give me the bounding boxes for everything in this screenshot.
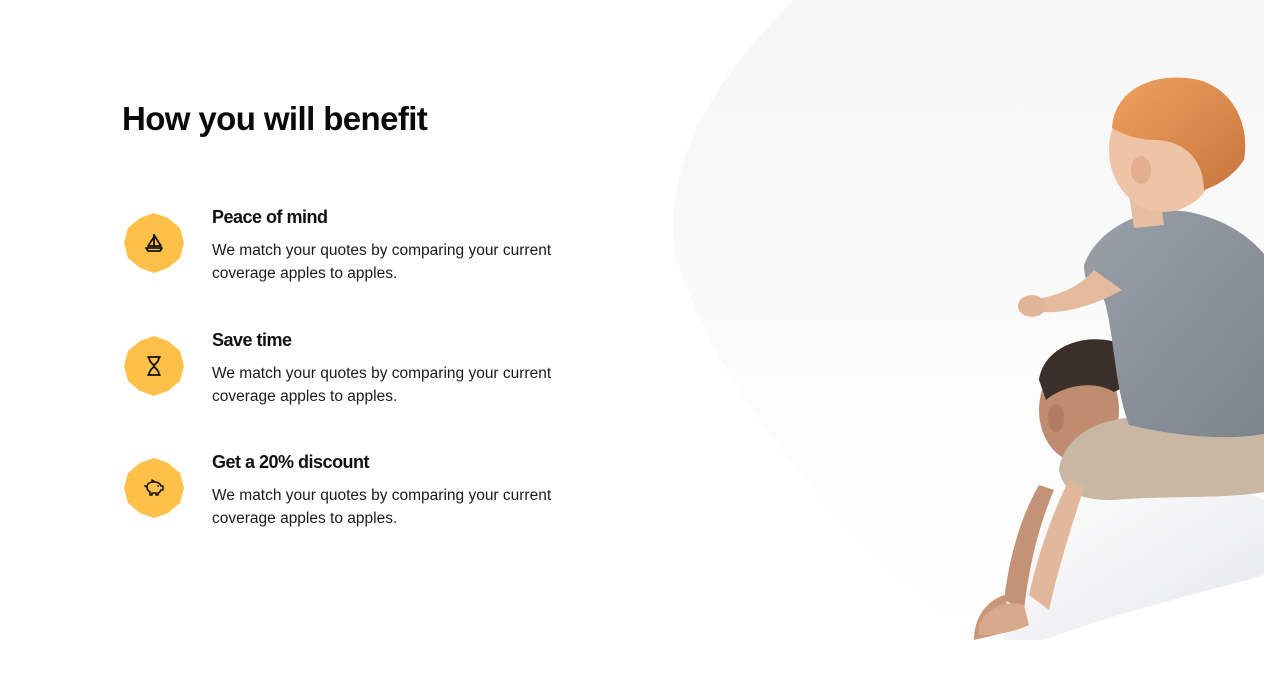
benefit-badge: [122, 334, 186, 398]
benefit-item-discount: Get a 20% discount We match your quotes …: [122, 452, 642, 542]
benefit-badge: [122, 211, 186, 275]
benefit-title: Get a 20% discount: [212, 452, 370, 472]
benefit-badge: [122, 456, 186, 520]
hero-photo-father-and-child: [672, 0, 1264, 640]
benefits-section: How you will benefit Peace of mind We ma…: [0, 0, 1264, 683]
benefit-item-save-time: Save time We match your quotes by compar…: [122, 330, 642, 420]
benefit-title: Peace of mind: [212, 207, 328, 227]
piggy-bank-icon: [144, 479, 164, 496]
benefit-description: We match your quotes by comparing your c…: [212, 365, 552, 405]
benefit-description: We match your quotes by comparing your c…: [212, 242, 552, 282]
benefit-item-peace-of-mind: Peace of mind We match your quotes by co…: [122, 207, 642, 297]
benefit-description: We match your quotes by comparing your c…: [212, 487, 552, 527]
hourglass-icon: [147, 356, 161, 376]
benefit-title: Save time: [212, 330, 292, 350]
sailboat-icon: [145, 234, 163, 252]
section-title: How you will benefit: [122, 100, 428, 137]
